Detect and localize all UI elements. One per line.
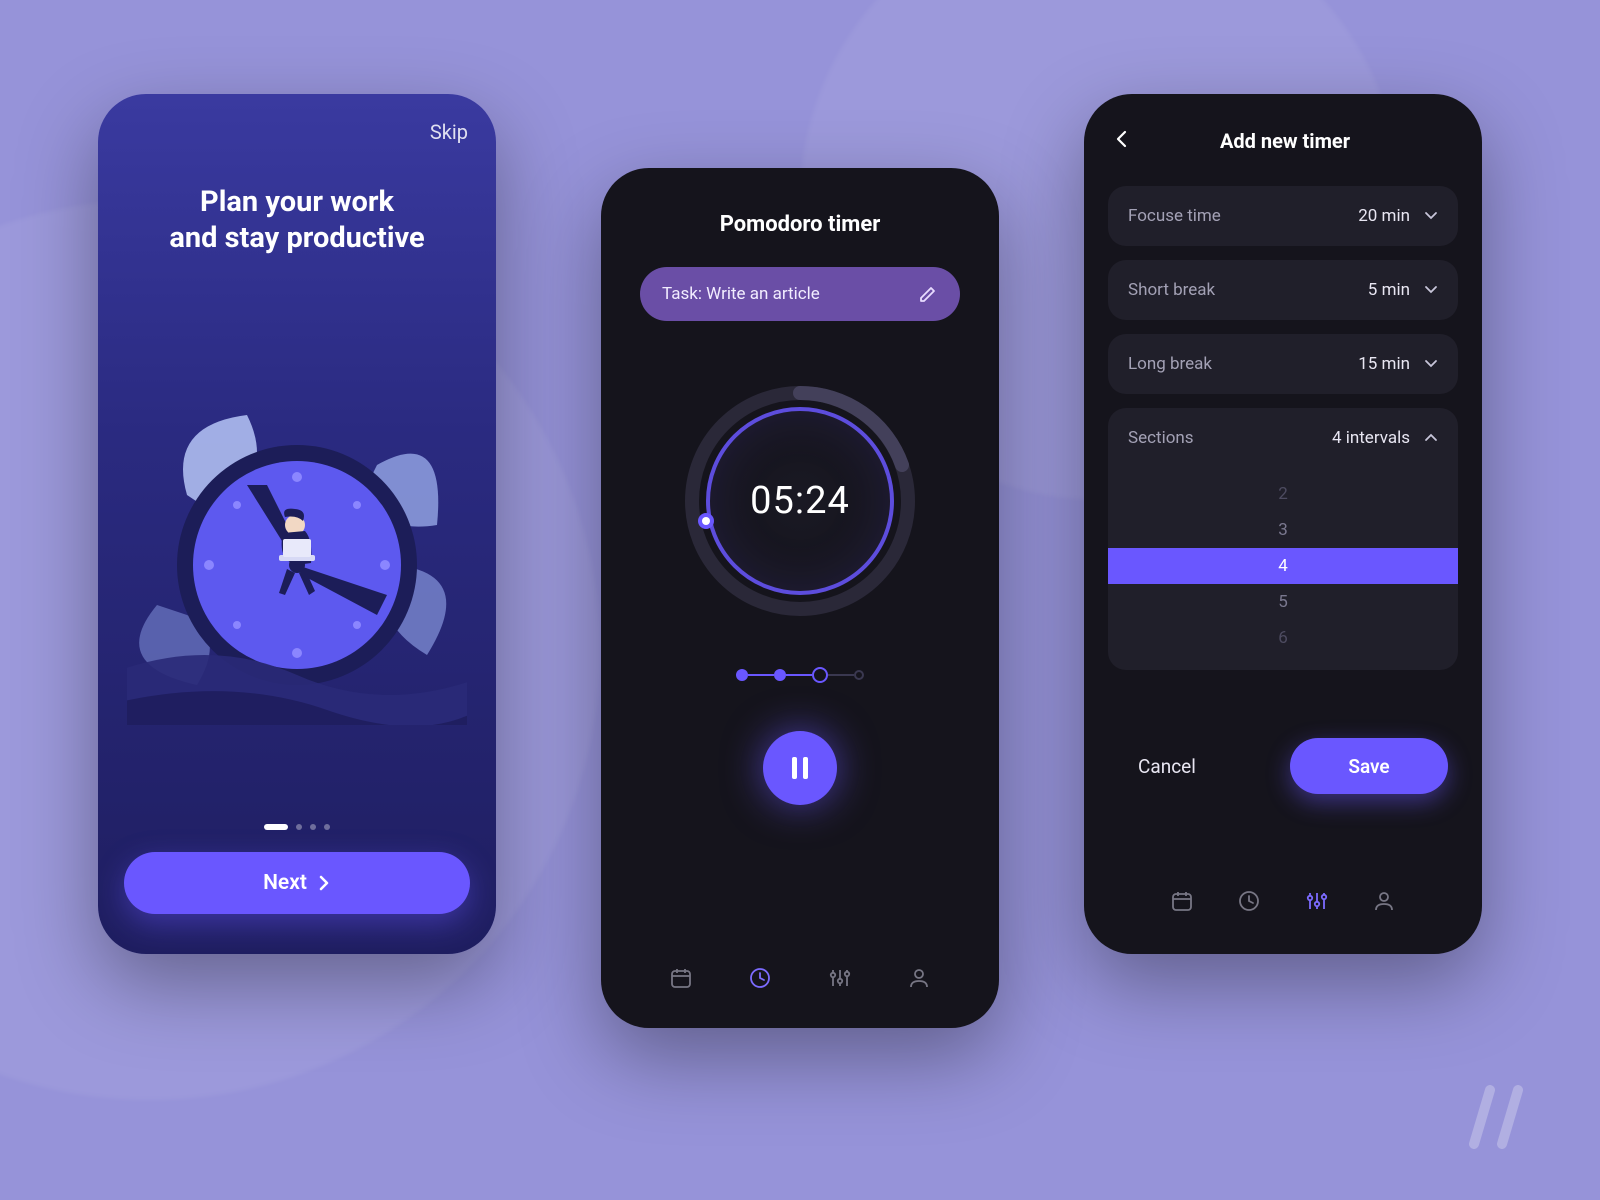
- setting-value: 15 min: [1358, 354, 1410, 374]
- page-dot-active: [264, 824, 288, 830]
- short-break-row[interactable]: Short break 5 min: [1108, 260, 1458, 320]
- sliders-icon: [828, 966, 852, 990]
- nav-settings[interactable]: [1304, 888, 1330, 914]
- pause-icon: [789, 755, 811, 781]
- sections-group: Sections 4 intervals 2 3 4 5 6: [1108, 408, 1458, 670]
- next-button-label: Next: [263, 871, 307, 895]
- focus-time-row[interactable]: Focuse time 20 min: [1108, 186, 1458, 246]
- interval-indicator: [736, 667, 864, 683]
- onboarding-title: Plan your work and stay productive: [98, 184, 496, 257]
- wheel-option[interactable]: 2: [1108, 476, 1458, 512]
- save-button[interactable]: Save: [1290, 738, 1448, 794]
- wheel-option-selected[interactable]: 4: [1108, 548, 1458, 584]
- nav-calendar[interactable]: [668, 965, 694, 991]
- wheel-option[interactable]: 3: [1108, 512, 1458, 548]
- add-timer-title: Add new timer: [1134, 129, 1436, 153]
- chevron-up-icon: [1424, 433, 1438, 443]
- watermark-icon: [1468, 1082, 1548, 1152]
- bottom-nav: [601, 940, 999, 1028]
- pause-button[interactable]: [763, 731, 837, 805]
- wheel-option[interactable]: 6: [1108, 620, 1458, 656]
- add-timer-screen: Add new timer Focuse time 20 min Short b…: [1084, 94, 1482, 954]
- setting-value: 5 min: [1368, 280, 1410, 300]
- calendar-icon: [1170, 889, 1194, 913]
- page-dot: [324, 824, 330, 830]
- setting-label: Focuse time: [1128, 206, 1221, 226]
- setting-value: 20 min: [1358, 206, 1410, 226]
- timer-ring: 05:24: [670, 371, 930, 631]
- page-indicator: [98, 824, 496, 830]
- interval-line: [828, 674, 854, 676]
- nav-calendar[interactable]: [1169, 888, 1195, 914]
- chevron-right-icon: [319, 875, 331, 891]
- setting-label: Short break: [1128, 280, 1215, 300]
- calendar-icon: [669, 966, 693, 990]
- interval-line: [748, 674, 774, 676]
- sliders-icon: [1305, 889, 1329, 913]
- cancel-button[interactable]: Cancel: [1138, 755, 1196, 778]
- timer-screen-title: Pomodoro timer: [720, 212, 881, 237]
- onboarding-title-line1: Plan your work: [200, 185, 394, 219]
- save-button-label: Save: [1348, 755, 1389, 778]
- onboarding-screen: Skip Plan your work and stay productive: [98, 94, 496, 954]
- long-break-row[interactable]: Long break 15 min: [1108, 334, 1458, 394]
- interval-done: [774, 669, 786, 681]
- wheel-option[interactable]: 5: [1108, 584, 1458, 620]
- interval-future: [854, 670, 864, 680]
- nav-timer[interactable]: [1236, 888, 1262, 914]
- chevron-down-icon: [1424, 359, 1438, 369]
- interval-line: [786, 674, 812, 676]
- nav-settings[interactable]: [827, 965, 853, 991]
- chevron-down-icon: [1424, 211, 1438, 221]
- action-row: Cancel Save: [1108, 738, 1458, 794]
- next-button[interactable]: Next: [124, 852, 470, 914]
- setting-label: Long break: [1128, 354, 1212, 374]
- chevron-down-icon: [1424, 285, 1438, 295]
- chevron-left-icon: [1114, 130, 1128, 148]
- edit-icon: [918, 284, 938, 304]
- page-dot: [310, 824, 316, 830]
- setting-value: 4 intervals: [1332, 428, 1410, 448]
- back-button[interactable]: [1108, 124, 1134, 158]
- page-dot: [296, 824, 302, 830]
- onboarding-title-line2: and stay productive: [169, 221, 424, 255]
- bottom-nav: [1108, 866, 1458, 954]
- user-icon: [1372, 889, 1396, 913]
- sections-row[interactable]: Sections 4 intervals: [1108, 408, 1458, 468]
- skip-button[interactable]: Skip: [430, 120, 468, 144]
- nav-profile[interactable]: [906, 965, 932, 991]
- clock-icon: [748, 966, 772, 990]
- interval-picker[interactable]: 2 3 4 5 6: [1108, 468, 1458, 670]
- setting-label: Sections: [1128, 428, 1194, 448]
- user-icon: [907, 966, 931, 990]
- interval-done: [736, 669, 748, 681]
- onboarding-illustration: [98, 267, 496, 825]
- clock-icon: [1237, 889, 1261, 913]
- task-selector[interactable]: Task: Write an article: [640, 267, 960, 321]
- nav-profile[interactable]: [1371, 888, 1397, 914]
- timer-screen: Pomodoro timer Task: Write an article 05…: [601, 168, 999, 1028]
- interval-current: [812, 667, 828, 683]
- task-label: Task: Write an article: [662, 284, 820, 304]
- header: Add new timer: [1108, 124, 1458, 158]
- nav-timer[interactable]: [747, 965, 773, 991]
